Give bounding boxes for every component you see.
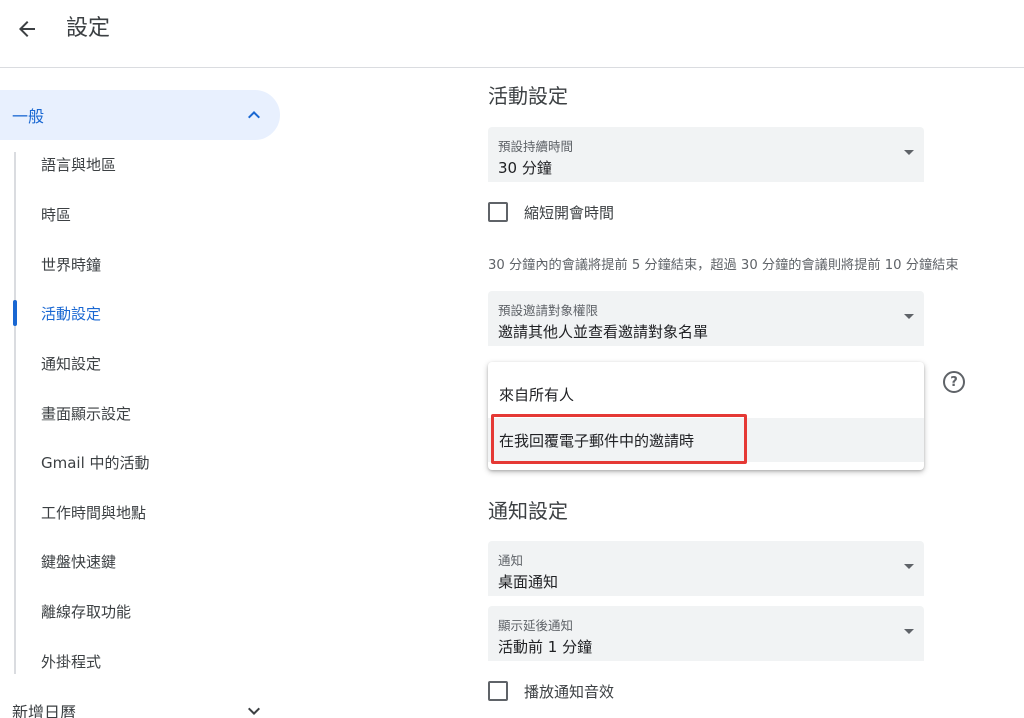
sidebar-item-label: 鍵盤快速鍵 — [41, 552, 117, 571]
sidebar-item-label: 外掛程式 — [41, 652, 102, 671]
sidebar-item-event-settings[interactable]: 活動設定 — [13, 293, 280, 333]
dropdown-arrow-icon — [904, 564, 914, 569]
select-value: 30 分鐘 — [498, 159, 552, 177]
select-label: 預設邀請對象權限 — [498, 303, 599, 318]
help-icon: ? — [950, 374, 958, 390]
dropdown-option-everyone[interactable]: 來自所有人 — [488, 372, 924, 416]
speedy-meetings-checkbox-row[interactable]: 縮短開會時間 — [488, 200, 614, 224]
sidebar-section-general[interactable]: 一般 — [0, 90, 280, 140]
sidebar-item-label: 語言與地區 — [41, 155, 117, 174]
sidebar-item-label: 活動設定 — [41, 304, 102, 323]
select-value: 桌面通知 — [498, 573, 559, 591]
chevron-up-icon — [248, 111, 260, 119]
dropdown-option-label: 來自所有人 — [499, 385, 575, 404]
page-title: 設定 — [66, 16, 111, 41]
sidebar-item-label: 世界時鐘 — [41, 255, 102, 274]
sidebar-item-world-clock[interactable]: 世界時鐘 — [16, 244, 280, 284]
sidebar-item-view-options[interactable]: 畫面顯示設定 — [16, 393, 280, 433]
select-label: 預設持續時間 — [498, 139, 574, 154]
sidebar-item-label: 畫面顯示設定 — [41, 404, 132, 423]
sidebar-section-add-calendar[interactable]: 新增日曆 — [0, 686, 280, 718]
dropdown-option-when-responded[interactable]: 在我回覆電子郵件中的邀請時 — [488, 418, 924, 462]
chevron-down-icon — [248, 707, 260, 715]
notification-settings-title: 通知設定 — [488, 499, 568, 523]
dropdown-arrow-icon — [904, 314, 914, 319]
sidebar-item-keyboard-shortcuts[interactable]: 鍵盤快速鍵 — [16, 541, 280, 581]
play-sounds-checkbox-row[interactable]: 播放通知音效 — [488, 679, 614, 703]
select-label: 顯示延後通知 — [498, 618, 574, 633]
select-value: 活動前 1 分鐘 — [498, 638, 593, 656]
sidebar-item-notification-settings[interactable]: 通知設定 — [16, 343, 280, 383]
help-button[interactable]: ? — [943, 371, 965, 393]
checkbox-label: 縮短開會時間 — [524, 203, 615, 222]
speedy-meetings-checkbox[interactable] — [488, 202, 508, 222]
notifications-select[interactable]: 通知 桌面通知 — [488, 541, 924, 596]
sidebar-item-offline[interactable]: 離線存取功能 — [16, 591, 280, 631]
app-header: 設定 — [0, 0, 1024, 68]
checkbox-label: 播放通知音效 — [524, 682, 615, 701]
dropdown-option-label: 在我回覆電子郵件中的邀請時 — [499, 431, 695, 450]
sidebar-item-label: 離線存取功能 — [41, 602, 132, 621]
snoozed-notifications-select[interactable]: 顯示延後通知 活動前 1 分鐘 — [488, 606, 924, 661]
dropdown-arrow-icon — [904, 629, 914, 634]
sidebar-item-label: 通知設定 — [41, 354, 102, 373]
guest-permissions-select[interactable]: 預設邀請對象權限 邀請其他人並查看邀請對象名單 — [488, 291, 924, 346]
sidebar-item-add-ons[interactable]: 外掛程式 — [16, 641, 280, 681]
sidebar-item-label: Gmail 中的活動 — [41, 453, 150, 472]
speedy-meetings-helper-text: 30 分鐘內的會議將提前 5 分鐘結束，超過 30 分鐘的會議則將提前 10 分… — [488, 258, 959, 273]
sidebar-item-label: 時區 — [41, 205, 72, 224]
play-sounds-checkbox[interactable] — [488, 681, 508, 701]
sidebar-section-label: 新增日曆 — [12, 703, 77, 718]
sidebar-item-language-region[interactable]: 語言與地區 — [16, 144, 280, 184]
sidebar-item-working-hours[interactable]: 工作時間與地點 — [16, 492, 280, 532]
sidebar-section-label: 一般 — [12, 107, 45, 126]
select-value: 邀請其他人並查看邀請對象名單 — [498, 323, 709, 341]
dropdown-arrow-icon — [904, 150, 914, 155]
invitation-dropdown-menu: 來自所有人 在我回覆電子郵件中的邀請時 — [488, 362, 924, 470]
arrow-back-icon — [19, 21, 35, 37]
sidebar-item-label: 工作時間與地點 — [41, 503, 147, 522]
select-label: 通知 — [498, 553, 524, 568]
settings-sidebar: 一般 語言與地區 時區 世界時鐘 活動設定 通知設定 畫面顯示設定 Gmail … — [0, 68, 290, 718]
sidebar-item-time-zone[interactable]: 時區 — [16, 194, 280, 234]
event-settings-title: 活動設定 — [488, 84, 568, 108]
sidebar-item-events-from-gmail[interactable]: Gmail 中的活動 — [16, 442, 280, 482]
back-button[interactable] — [12, 14, 42, 44]
default-duration-select[interactable]: 預設持續時間 30 分鐘 — [488, 127, 924, 182]
